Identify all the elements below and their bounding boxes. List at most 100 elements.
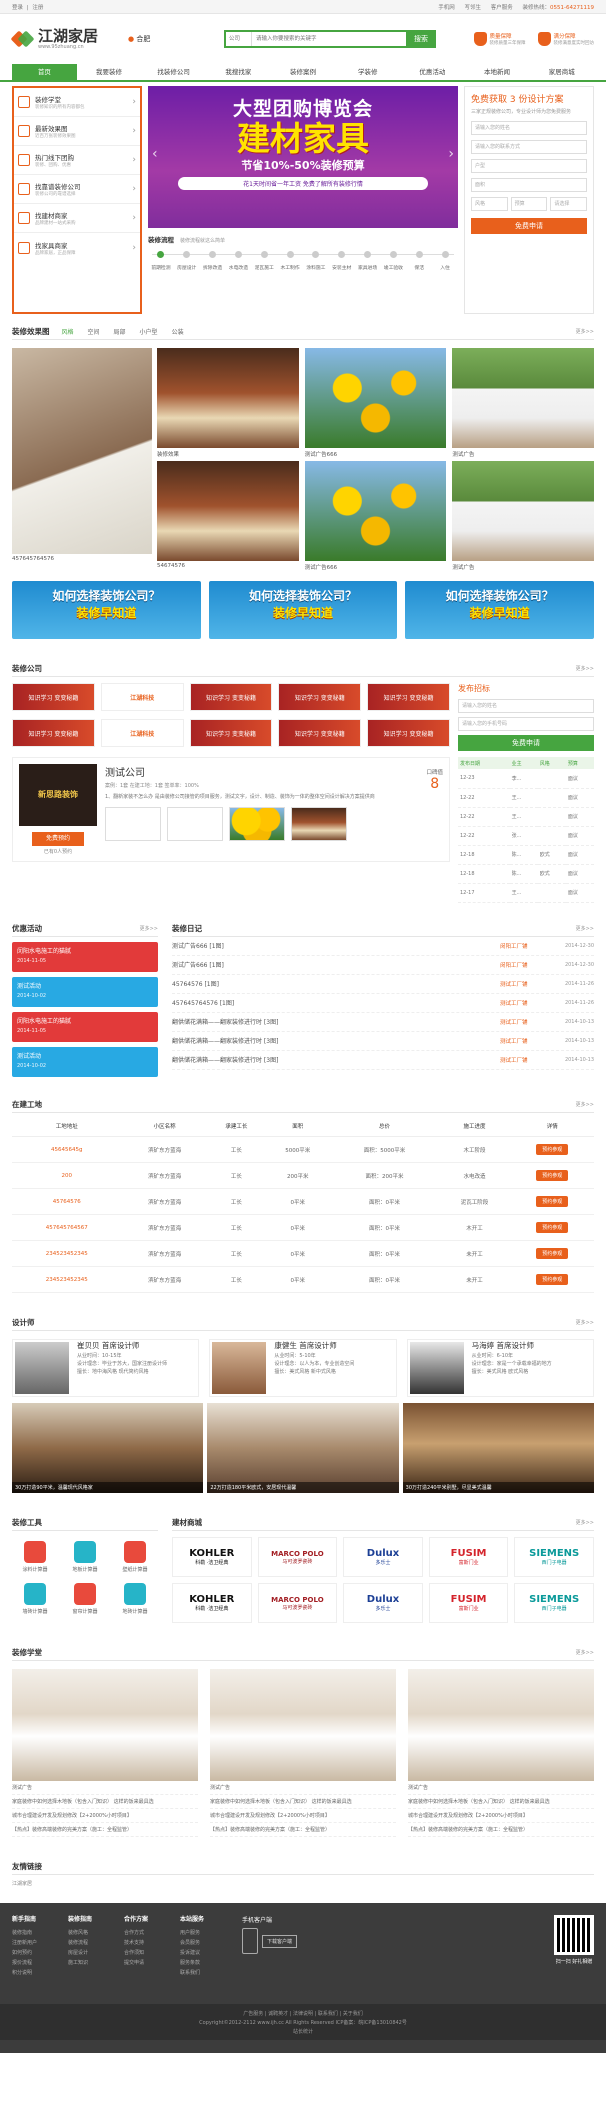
app-download-button[interactable]: 下载客户端 (262, 1934, 298, 1948)
more-link[interactable]: 更多>> (576, 1649, 594, 1656)
bid-submit-button[interactable]: 免费申请 (458, 735, 594, 751)
tab-space[interactable]: 空间 (88, 327, 100, 336)
bid-name-field[interactable]: 请输入您的姓名 (458, 699, 594, 713)
effect-main[interactable]: 457645764576 (12, 348, 152, 571)
flow-step[interactable]: 竣工验收 (380, 250, 406, 271)
effect-item[interactable]: 54674576 (157, 461, 299, 571)
list-item[interactable]: 测试广告666 [1图] 闵阳工厂铺 2014-12-30 (172, 956, 594, 975)
site-stats[interactable]: 站长统计 (0, 2028, 606, 2037)
footer-link[interactable]: 施工知识 (68, 1958, 124, 1968)
chevron-right-icon[interactable]: › (448, 146, 454, 162)
case-thumb[interactable] (291, 807, 347, 841)
designer-card[interactable]: 马海婷 首席设计师 从业时间：6-10年 设计理念：家是一个承载幸福的地方 擅长：美式… (406, 1339, 594, 1397)
flow-step[interactable]: 涂料施工 (303, 250, 329, 271)
list-item[interactable]: 45764576 [1图] 测试工厂铺 2014-11-26 (172, 975, 594, 994)
nav-find-home[interactable]: 我搜找家 (206, 64, 271, 80)
tool-item[interactable]: 涂料计算器 (12, 1541, 58, 1573)
nav-mall[interactable]: 家居商城 (529, 64, 594, 80)
table-row[interactable]: 12-23 李... 面议 (458, 769, 594, 789)
nav-home[interactable]: 首页 (12, 64, 77, 80)
chevron-left-icon[interactable]: ‹ (152, 146, 158, 162)
site-address[interactable]: 45764576 (12, 1188, 122, 1215)
site-address[interactable]: 200 (12, 1162, 122, 1189)
bid-phone-field[interactable]: 请输入您的手机号码 (458, 717, 594, 731)
effect-item[interactable]: 测试广告666 (304, 461, 447, 571)
flow-step[interactable]: 家具进场 (355, 250, 381, 271)
nav-news[interactable]: 本地新闻 (465, 64, 530, 80)
more-link[interactable]: 更多>> (576, 925, 594, 932)
flow-step[interactable]: 保洁 (406, 250, 432, 271)
flow-step[interactable]: 水电改造 (225, 250, 251, 271)
company-logo[interactable]: 知识学习 变变秘籍 (189, 683, 273, 711)
promo-item[interactable]: 闵阳水电施工的猫腻 2014-11-05 (12, 941, 158, 972)
list-item[interactable]: 457645764576 [1图] 测试工厂铺 2014-11-26 (172, 994, 594, 1013)
brand-logo[interactable]: Dulux 多乐士 (343, 1537, 423, 1577)
visit-button[interactable]: 预约参观 (536, 1144, 569, 1155)
flow-step[interactable]: 泥瓦施工 (251, 250, 277, 271)
category-item[interactable]: 找靠谱装修公司 装修公司的靠谱选择 › (14, 175, 140, 204)
designer-card[interactable]: 崔贝贝 首席设计师 从业时间：10-15年 设计理念：毕业于苏大，国家注册设计师 擅长… (12, 1339, 200, 1397)
learn-caption[interactable]: 测试广告 (408, 1781, 594, 1795)
effect-item[interactable]: 测试广告 (452, 348, 594, 458)
company-logo[interactable]: 知识学习 变变秘籍 (367, 719, 450, 747)
nav-learn[interactable]: 学装修 (335, 64, 400, 80)
company-logo[interactable]: 知识学习 变变秘籍 (12, 719, 95, 747)
footer-link[interactable]: 合作须知 (124, 1948, 180, 1958)
case-thumb[interactable] (229, 807, 285, 841)
table-row[interactable]: 12-22 王... 面议 (458, 788, 594, 808)
name-field[interactable]: 请输入您的姓名 (471, 121, 587, 135)
quote-submit-button[interactable]: 免费申请 (471, 218, 587, 234)
footer-link[interactable]: 会员服务 (180, 1938, 236, 1948)
flow-step[interactable]: 安装主材 (329, 250, 355, 271)
footer-link[interactable]: 装修流程 (68, 1938, 124, 1948)
company-logo[interactable]: 知识学习 变变秘籍 (278, 719, 362, 747)
category-item[interactable]: 找家具商家 品牌家居，正品保障 › (14, 233, 140, 262)
brand-logo[interactable]: SIEMENS 西门子电器 (514, 1537, 594, 1577)
case-thumb[interactable] (167, 807, 223, 841)
brand-logo[interactable]: SIEMENS 西门子电器 (514, 1583, 594, 1623)
search-input[interactable] (252, 32, 406, 46)
list-item[interactable]: 翻供储花满箱——翻家装修进行时 [3图] 测试工厂铺 2014-10-13 (172, 1032, 594, 1051)
tool-item[interactable]: 墙砖计算器 (12, 1583, 58, 1615)
footer-link[interactable]: 装修风格 (68, 1928, 124, 1938)
friend-link[interactable]: 江湖家居 (12, 1880, 594, 1887)
ad-banner[interactable]: 如何选择装饰公司？ 装修早知道 (12, 581, 201, 639)
list-item[interactable]: 翻供储花满箱——翻家装修进行时 [3图] 测试工厂铺 2014-10-13 (172, 1051, 594, 1070)
nav-find-company[interactable]: 找装修公司 (141, 64, 206, 80)
work-photo[interactable]: 22万打造180平米欧式，安居现代温馨 (207, 1403, 399, 1493)
company-logo[interactable]: 知识学习 变变秘籍 (278, 683, 362, 711)
more-link[interactable]: 更多>> (576, 1519, 594, 1526)
login-link[interactable]: 登录 (12, 5, 23, 11)
footer-link[interactable]: 用户服务 (180, 1928, 236, 1938)
learn-caption[interactable]: 测试广告 (210, 1781, 396, 1795)
nav-cases[interactable]: 装修案例 (271, 64, 336, 80)
flow-step[interactable]: 房屋设计 (174, 250, 200, 271)
flow-step[interactable]: 入住 (432, 250, 458, 271)
site-address[interactable]: 234523452345 (12, 1240, 122, 1267)
mobile-link[interactable]: 手机网 (438, 5, 455, 11)
table-row[interactable]: 12-18 陈... 欧式 面议 (458, 845, 594, 865)
footer-link[interactable]: 装修指南 (12, 1928, 68, 1938)
work-photo[interactable]: 30万打造90平米，温馨现代风格家 (12, 1403, 204, 1493)
brand-logo[interactable]: FUSIM 富斯门业 (428, 1537, 509, 1577)
learn-link[interactable]: 家庭装修中如何选择木地板（包含入门知识） 这样的饭来最具选 (12, 1795, 198, 1809)
nav-renovate[interactable]: 我要装修 (77, 64, 142, 80)
visit-button[interactable]: 预约参观 (536, 1248, 569, 1259)
flow-step[interactable]: 木工制作 (277, 250, 303, 271)
free-order-button[interactable]: 免费预约 (32, 832, 84, 846)
footer-link[interactable]: 合作方式 (124, 1928, 180, 1938)
table-row[interactable]: 12-22 张... 面议 (458, 826, 594, 846)
tab-small[interactable]: 小户型 (140, 327, 158, 336)
tab-public[interactable]: 公装 (172, 327, 184, 336)
house-type-select[interactable]: 户型 (471, 159, 587, 173)
brand-logo[interactable]: KOHLER 科勒 ·洁卫经典 (172, 1583, 252, 1623)
search-type-select[interactable]: 公司 (226, 32, 252, 46)
brand-logo[interactable]: Dulux 多乐士 (343, 1583, 423, 1623)
more-link[interactable]: 更多>> (140, 925, 158, 932)
visit-button[interactable]: 预约参观 (536, 1196, 569, 1207)
table-row[interactable]: 12-22 王... 面议 (458, 807, 594, 827)
ad-banner[interactable]: 如何选择装饰公司？ 装修早知道 (405, 581, 595, 639)
list-item[interactable]: 测试广告666 [1图] 闵阳工厂铺 2014-12-30 (172, 937, 594, 956)
category-item[interactable]: 最新效果图 近百万张装修效果图 › (14, 117, 140, 146)
flow-step[interactable]: 拆除改造 (200, 250, 226, 271)
